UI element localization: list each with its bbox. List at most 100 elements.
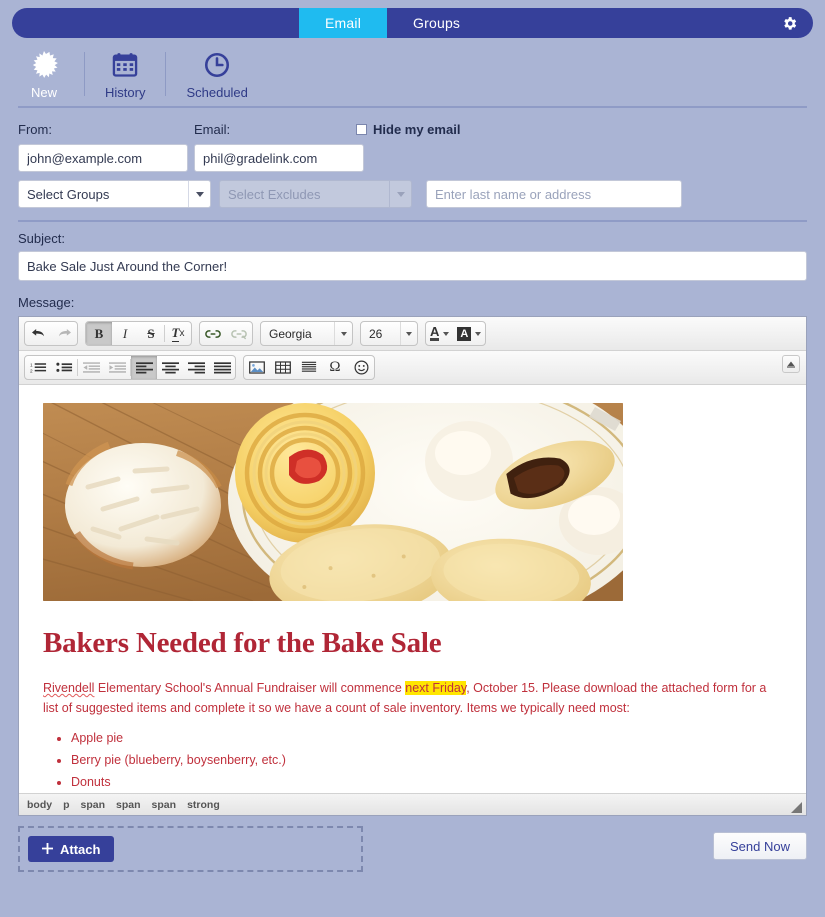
special-character-button[interactable]: Ω [322, 356, 348, 379]
font-size-dropdown[interactable]: 26 [360, 321, 418, 346]
bullet-list-button[interactable] [51, 356, 77, 379]
insert-button-group: Ω [243, 355, 375, 380]
element-path-span-3[interactable]: span [152, 799, 177, 811]
sidebar-item-new[interactable]: New [18, 48, 70, 100]
align-center-button[interactable] [157, 356, 183, 379]
select-excludes-dropdown[interactable]: Select Excludes [219, 180, 412, 208]
align-right-button[interactable] [183, 356, 209, 379]
undo-button[interactable] [25, 322, 51, 345]
element-path-span-1[interactable]: span [81, 799, 106, 811]
chevron-up-icon [787, 361, 795, 368]
secondary-navigation: New History Scheduled [0, 38, 825, 106]
svg-text:1: 1 [30, 363, 33, 369]
subject-label: Subject: [18, 231, 65, 246]
tab-email-label: Email [325, 15, 362, 31]
send-now-button[interactable]: Send Now [713, 832, 807, 860]
italic-button[interactable]: I [112, 322, 138, 345]
align-right-icon [187, 361, 205, 373]
outdent-icon [82, 362, 100, 373]
resize-grip-icon[interactable] [791, 801, 802, 813]
plus-icon [42, 842, 53, 857]
attach-button[interactable]: Attach [28, 836, 115, 862]
strikethrough-button[interactable]: S [138, 322, 164, 345]
from-label: From: [18, 121, 52, 137]
emoticon-button[interactable] [348, 356, 374, 379]
chevron-down-icon [389, 181, 411, 207]
chevron-down-icon [334, 322, 352, 345]
tab-groups-label: Groups [413, 15, 461, 31]
sidebar-item-history[interactable]: History [99, 48, 151, 100]
email-input[interactable] [194, 144, 364, 172]
subject-input[interactable] [18, 251, 807, 281]
sidebar-item-scheduled-label: Scheduled [186, 85, 248, 100]
collapse-toolbar-button[interactable] [782, 355, 800, 373]
list-item: Berry pie (blueberry, boysenberry, etc.) [71, 750, 782, 770]
misspelled-word: Rivendell [43, 681, 95, 695]
send-area: Send Now [375, 826, 807, 860]
element-path-strong[interactable]: strong [187, 799, 220, 811]
clock-icon [203, 48, 231, 82]
editor-content-area[interactable]: Bakers Needed for the Bake Sale Rivendel… [19, 385, 806, 793]
select-excludes-value: Select Excludes [228, 186, 321, 202]
background-color-button[interactable]: A [453, 322, 485, 345]
redo-icon [58, 329, 71, 337]
from-input[interactable] [18, 144, 188, 172]
sidebar-item-scheduled[interactable]: Scheduled [180, 48, 253, 100]
sidebar-item-new-label: New [30, 85, 57, 100]
chevron-down-icon [399, 322, 417, 345]
email-hero-image[interactable] [43, 403, 623, 601]
attach-button-label: Attach [60, 841, 101, 857]
list-align-button-group: 1 2 [24, 355, 236, 380]
element-path-body[interactable]: body [27, 799, 52, 811]
insert-image-button[interactable] [244, 356, 270, 379]
hide-my-email-checkbox[interactable] [356, 123, 367, 135]
align-left-button[interactable] [131, 356, 157, 379]
indent-icon [108, 362, 126, 373]
select-groups-dropdown[interactable]: Select Groups [18, 180, 211, 208]
unlink-button[interactable] [226, 322, 252, 345]
horizontal-rule-button[interactable] [296, 356, 322, 379]
link-button-group [199, 321, 253, 346]
editor-toolbar-row-1: B I S Tx Georgia 26 A A [19, 317, 806, 351]
calendar-icon [111, 48, 139, 82]
element-path-span-2[interactable]: span [116, 799, 141, 811]
bold-button[interactable]: B [86, 322, 112, 345]
cookies-photo [43, 403, 623, 601]
message-label: Message: [18, 295, 75, 310]
top-navigation: Email Groups [12, 8, 813, 38]
element-path-p[interactable]: p [63, 799, 69, 811]
outdent-button[interactable] [78, 356, 104, 379]
indent-button[interactable] [104, 356, 130, 379]
text-color-button[interactable]: A [426, 322, 453, 345]
numbered-list-button[interactable]: 1 2 [25, 356, 51, 379]
divider-recipients [18, 220, 807, 222]
attachment-dropzone[interactable]: Attach [18, 826, 363, 872]
link-icon [205, 329, 221, 338]
color-button-group: A A [425, 321, 487, 346]
align-justify-button[interactable] [209, 356, 235, 379]
redo-button[interactable] [51, 322, 77, 345]
bullet-list-icon [55, 362, 72, 372]
select-groups-value: Select Groups [27, 186, 110, 202]
insert-table-button[interactable] [270, 356, 296, 379]
recipients-row: Select Groups Select Excludes [18, 180, 807, 208]
hide-my-email-control[interactable]: Hide my email [356, 122, 460, 137]
font-family-dropdown[interactable]: Georgia [260, 321, 353, 346]
align-justify-icon [213, 361, 231, 373]
email-bullet-list: Apple pie Berry pie (blueberry, boysenbe… [43, 728, 782, 793]
lastname-or-address-input[interactable] [426, 180, 682, 208]
subnav-divider-1 [84, 52, 85, 96]
unlink-icon [231, 329, 247, 339]
settings-button[interactable] [775, 8, 803, 38]
link-button[interactable] [200, 322, 226, 345]
insert-table-icon [275, 361, 291, 374]
email-paragraph: Rivendell Elementary School's Annual Fun… [43, 678, 782, 718]
tab-groups[interactable]: Groups [387, 8, 486, 38]
emoticon-icon [354, 360, 368, 375]
remove-format-button[interactable]: Tx [165, 322, 191, 345]
email-label: Email: [194, 121, 231, 137]
subnav-divider-2 [165, 52, 167, 96]
tab-email[interactable]: Email [299, 8, 388, 38]
numbered-list-icon: 1 2 [30, 363, 46, 374]
